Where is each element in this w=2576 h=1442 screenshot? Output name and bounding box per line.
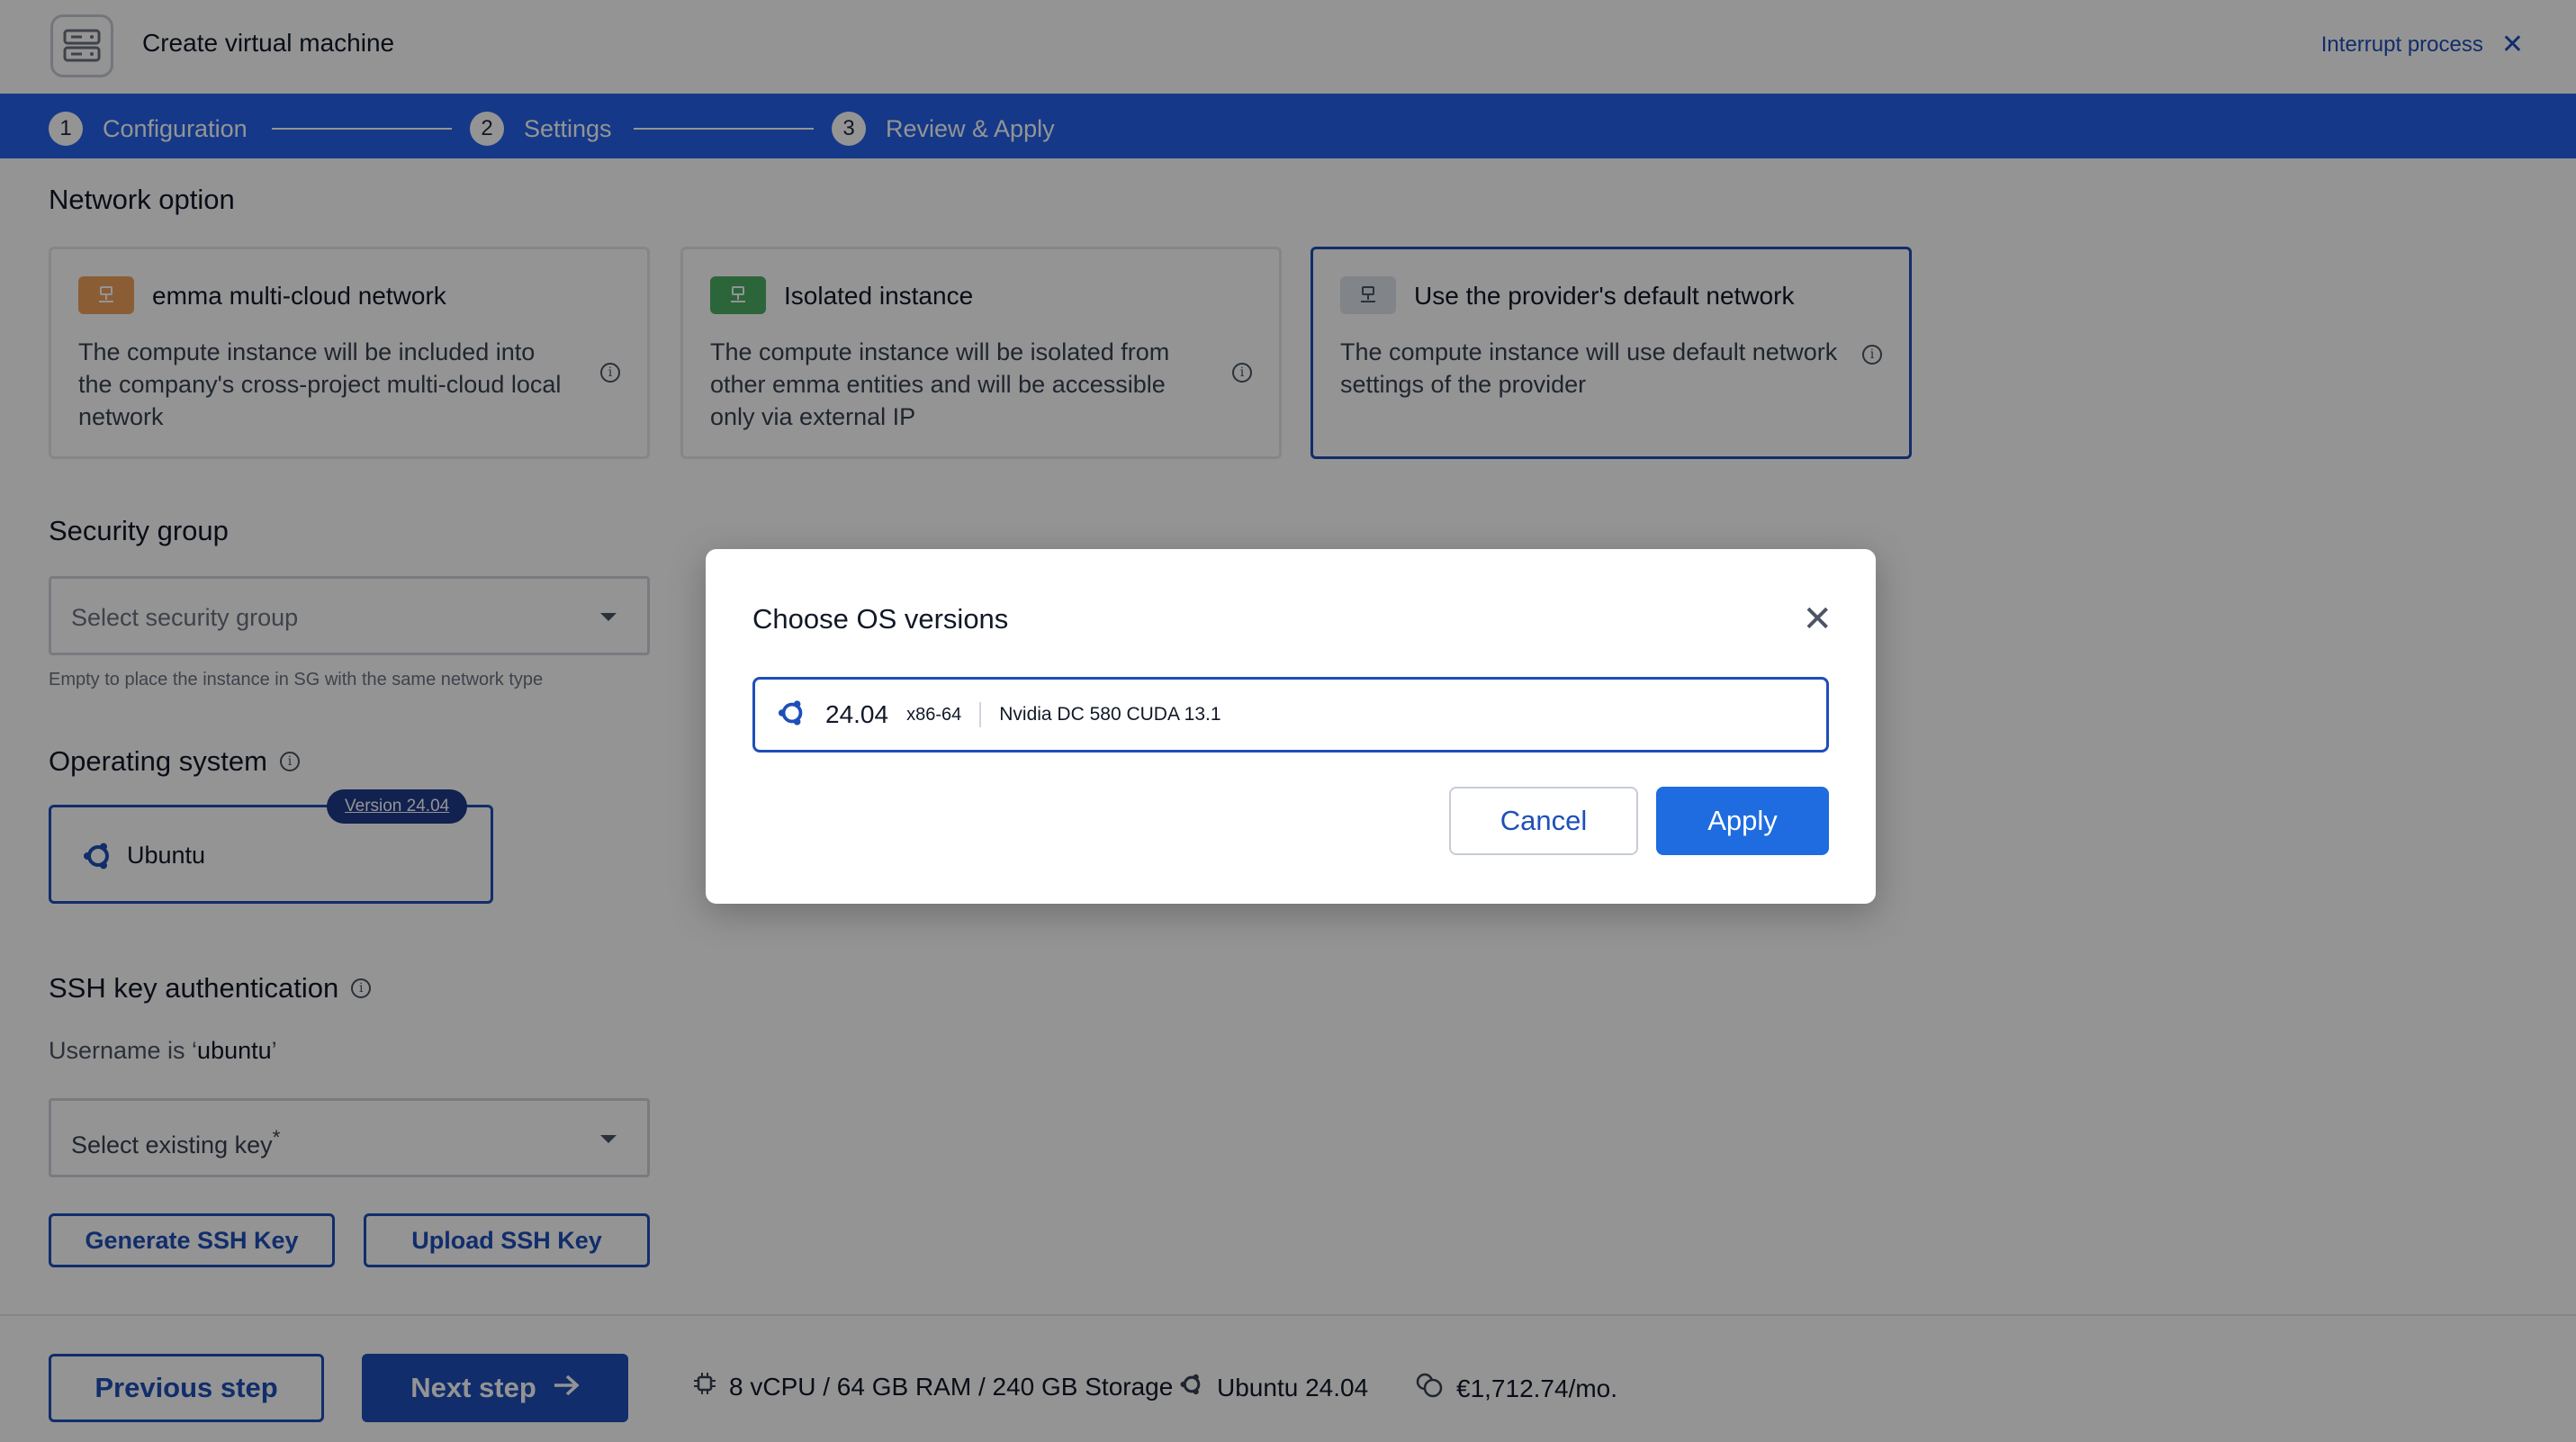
dialog-title: Choose OS versions	[752, 603, 1009, 635]
cancel-button[interactable]: Cancel	[1449, 787, 1638, 855]
apply-button[interactable]: Apply	[1656, 787, 1829, 855]
page: Create virtual machine Interrupt process…	[0, 0, 2576, 1442]
version-description: Nvidia DC 580 CUDA 13.1	[999, 704, 1221, 725]
close-icon[interactable]: ✕	[1802, 601, 1833, 637]
version-number: 24.04	[825, 700, 889, 728]
os-version-option[interactable]: 24.04 x86-64 Nvidia DC 580 CUDA 13.1	[752, 677, 1829, 753]
ubuntu-icon	[777, 698, 807, 733]
divider	[979, 702, 982, 727]
choose-os-version-dialog: Choose OS versions ✕ 24.04 x86-64 Nvidia…	[706, 549, 1876, 904]
architecture: x86-64	[906, 704, 962, 725]
